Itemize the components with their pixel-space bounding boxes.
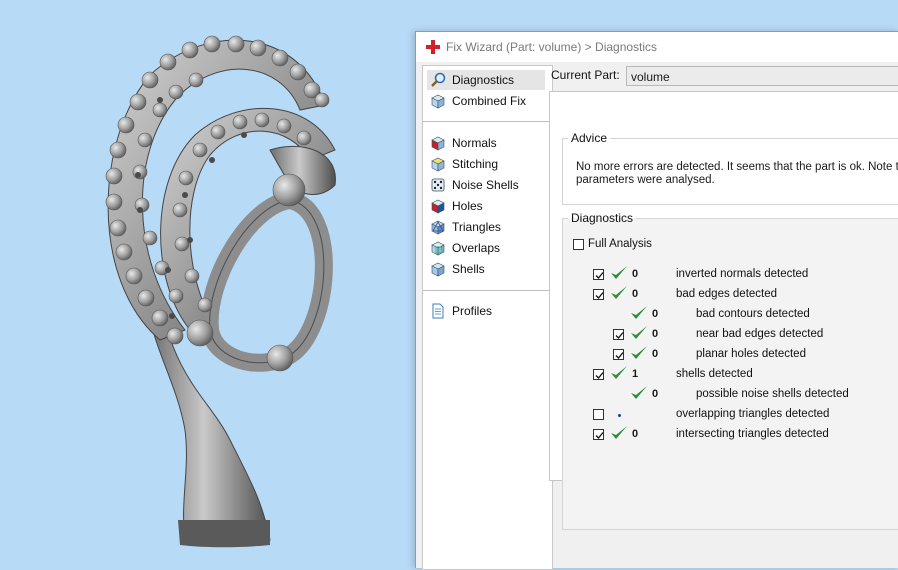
diagnostic-label: possible noise shells detected xyxy=(696,388,849,400)
diagnostic-checkbox[interactable] xyxy=(613,329,624,340)
nav-item-shells[interactable]: Shells xyxy=(427,259,545,279)
nav-item-label: Overlaps xyxy=(452,241,501,255)
content-area: Current Part: volume Advice No more erro… xyxy=(546,62,898,568)
ok-check-icon xyxy=(630,345,648,361)
nav-item-label: Normals xyxy=(452,136,497,150)
stitching-cube-icon xyxy=(430,156,446,172)
nav-item-profiles[interactable]: Profiles xyxy=(427,301,545,321)
diagnostic-checkbox[interactable] xyxy=(593,369,604,380)
nav-item-noise-shells[interactable]: Noise Shells xyxy=(427,175,545,195)
diagnostic-count: 0 xyxy=(632,288,639,300)
nav-item-label: Combined Fix xyxy=(452,94,527,108)
diagnostic-count: 1 xyxy=(632,368,639,380)
triangles-cube-icon xyxy=(430,219,446,235)
diagnostic-checkbox[interactable] xyxy=(613,349,624,360)
nav-item-overlaps[interactable]: Overlaps xyxy=(427,238,545,258)
diagnostic-label: overlapping triangles detected xyxy=(676,408,830,420)
red-cross-icon xyxy=(426,40,440,54)
fix-wizard-window: Fix Wizard (Part: volume) > Diagnostics … xyxy=(415,31,898,570)
nav-item-label: Diagnostics xyxy=(452,73,515,87)
diagnostic-label: shells detected xyxy=(676,368,753,380)
diagnostic-checkbox[interactable] xyxy=(593,429,604,440)
nav-item-label: Holes xyxy=(452,199,483,213)
diagnostic-count: 0 xyxy=(632,268,639,280)
nav-item-label: Noise Shells xyxy=(452,178,519,192)
diagnostic-label: inverted normals detected xyxy=(676,268,809,280)
ok-check-icon xyxy=(630,325,648,341)
window-title: Fix Wizard (Part: volume) > Diagnostics xyxy=(446,40,658,54)
nav-item-holes[interactable]: Holes xyxy=(427,196,545,216)
diagnostic-checkbox[interactable] xyxy=(593,269,604,280)
holes-cube-icon xyxy=(430,198,446,214)
full-analysis-checkbox[interactable] xyxy=(573,239,584,250)
nav-item-label: Shells xyxy=(452,262,485,276)
ok-check-icon xyxy=(630,385,648,401)
pending-dot-icon xyxy=(618,414,621,417)
nav-separator xyxy=(423,121,552,122)
ok-check-icon xyxy=(610,265,628,281)
nav-item-combined-fix[interactable]: Combined Fix xyxy=(427,91,545,111)
nav-item-triangles[interactable]: Triangles xyxy=(427,217,545,237)
diagnostic-checkbox[interactable] xyxy=(593,289,604,300)
pendant-model[interactable] xyxy=(0,0,415,567)
current-part-field[interactable]: volume xyxy=(626,66,898,86)
ok-check-icon xyxy=(610,285,628,301)
title-bar[interactable]: Fix Wizard (Part: volume) > Diagnostics xyxy=(416,32,898,62)
nav-item-normals[interactable]: Normals xyxy=(427,133,545,153)
advice-text: No more errors are detected. It seems th… xyxy=(576,161,898,186)
nav-item-label: Stitching xyxy=(452,157,499,171)
normals-cube-icon xyxy=(430,135,446,151)
ok-check-icon xyxy=(610,425,628,441)
diagnostic-count: 0 xyxy=(632,428,639,440)
document-icon xyxy=(430,303,446,319)
diagnostic-count: 0 xyxy=(652,348,659,360)
diagnostic-label: bad edges detected xyxy=(676,288,778,300)
shells-cube-icon xyxy=(430,261,446,277)
ok-check-icon xyxy=(610,365,628,381)
diagnostics-legend: Diagnostics xyxy=(571,211,634,225)
wizard-nav: Diagnostics Combined Fix Normals Stitchi… xyxy=(422,65,553,570)
ok-check-icon xyxy=(630,305,648,321)
diagnostic-count: 0 xyxy=(652,388,659,400)
diagnostics-panel: Advice No more errors are detected. It s… xyxy=(549,91,898,530)
diagnostics-group: Diagnostics Full Analysis 0 inverted norma… xyxy=(562,211,898,530)
nav-item-diagnostics[interactable]: Diagnostics xyxy=(427,70,545,90)
diagnostic-label: bad contours detected xyxy=(696,308,810,320)
nav-item-label: Profiles xyxy=(452,304,493,318)
overlaps-cube-icon xyxy=(430,240,446,256)
advice-legend: Advice xyxy=(571,131,608,145)
noise-dice-icon xyxy=(430,177,446,193)
nav-separator xyxy=(423,290,552,291)
cube-wireframe-icon xyxy=(430,93,446,109)
advice-group: Advice No more errors are detected. It s… xyxy=(562,131,898,205)
nav-item-label: Triangles xyxy=(452,220,501,234)
diagnostic-label: intersecting triangles detected xyxy=(676,428,829,440)
diagnostic-label: planar holes detected xyxy=(696,348,806,360)
current-part-label: Current Part: xyxy=(551,68,620,82)
diagnostic-label: near bad edges detected xyxy=(696,328,824,340)
nav-item-stitching[interactable]: Stitching xyxy=(427,154,545,174)
magnifier-icon xyxy=(430,72,446,88)
diagnostic-checkbox[interactable] xyxy=(593,409,604,420)
diagnostic-count: 0 xyxy=(652,328,659,340)
full-analysis-label: Full Analysis xyxy=(588,238,652,250)
diagnostic-count: 0 xyxy=(652,308,659,320)
